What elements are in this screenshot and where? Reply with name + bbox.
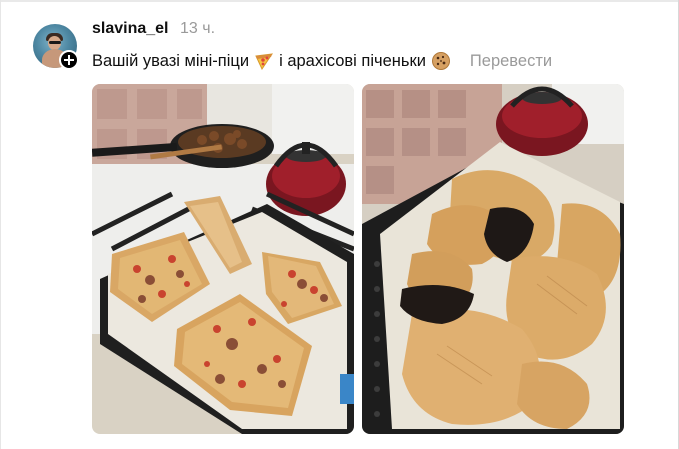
photo-peanut-cookies[interactable] [362,84,624,434]
photo-mini-pizzas[interactable] [92,84,354,434]
top-border [0,0,679,2]
post-timestamp: 13 ч. [180,20,216,37]
pizza-emoji-icon [253,51,275,71]
left-border [0,0,1,449]
translate-link[interactable]: Перевести [470,52,552,71]
caption-text-2: і арахісові піченьки [279,51,426,70]
cookie-emoji-icon [430,51,452,71]
post-caption: Вашій увазі міні-піци і арахісові пічень… [92,51,552,71]
username-link[interactable]: slavina_el [92,20,169,38]
caption-text-1: Вашій увазі міні-піци [92,51,250,70]
avatar-container[interactable] [33,24,79,70]
follow-plus-icon[interactable] [59,50,79,70]
